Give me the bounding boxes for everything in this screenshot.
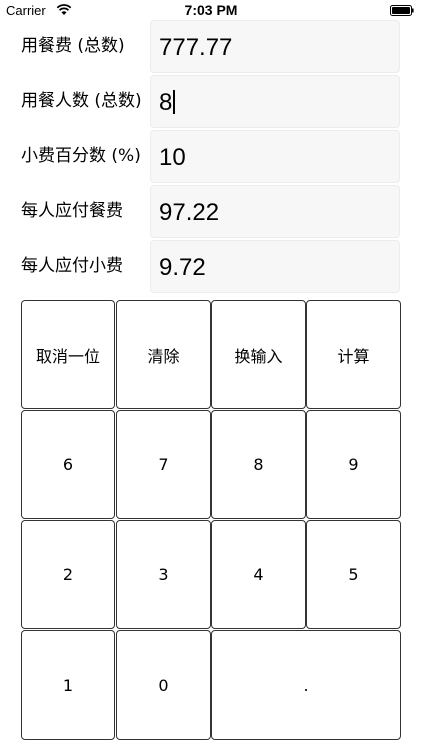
- key-5-label: 5: [348, 565, 359, 584]
- key-2-label: 2: [62, 565, 74, 584]
- key-2[interactable]: 2: [21, 520, 115, 629]
- diner-count-value: 8: [159, 89, 173, 116]
- key-1[interactable]: 1: [21, 630, 115, 740]
- row-tip-percent: 小费百分数 (%) 10: [0, 130, 422, 183]
- meal-per-person-field: 97.22: [150, 185, 400, 238]
- calculate-button-label: 计算: [337, 346, 370, 366]
- diner-count-field[interactable]: 8: [150, 75, 400, 128]
- switch-input-button[interactable]: 换输入: [211, 300, 306, 409]
- tip-percent-value: 10: [159, 144, 186, 171]
- key-decimal-point[interactable]: .: [211, 630, 401, 740]
- status-bar: Carrier 7:03 PM: [0, 0, 422, 22]
- key-7-label: 7: [158, 455, 169, 474]
- tip-percent-field[interactable]: 10: [150, 130, 400, 183]
- key-decimal-point-label: .: [303, 675, 309, 695]
- keypad: 取消一位 清除 换输入 计算 6 7 8 9 2 3 4 5 1 0 .: [21, 300, 401, 740]
- key-3[interactable]: 3: [116, 520, 211, 629]
- tip-per-person-value: 9.72: [159, 254, 206, 281]
- tip-per-person-field: 9.72: [150, 240, 400, 293]
- clear-button[interactable]: 清除: [116, 300, 211, 409]
- key-7[interactable]: 7: [116, 410, 211, 519]
- key-6[interactable]: 6: [21, 410, 115, 519]
- meal-total-field[interactable]: 777.77: [150, 20, 400, 73]
- row-diner-count: 用餐人数 (总数) 8: [0, 75, 422, 128]
- diner-count-value-wrap: 8: [159, 76, 176, 129]
- row-meal-total: 用餐费 (总数) 777.77: [0, 20, 422, 73]
- calculate-button[interactable]: 计算: [306, 300, 401, 409]
- meal-per-person-value: 97.22: [159, 199, 220, 226]
- tip-percent-label: 小费百分数 (%): [21, 146, 141, 166]
- key-4-label: 4: [253, 565, 264, 584]
- battery-icon: [390, 5, 414, 16]
- key-8[interactable]: 8: [211, 410, 306, 519]
- clear-button-label: 清除: [147, 346, 180, 366]
- row-tip-per-person: 每人应付小费 9.72: [0, 240, 422, 293]
- key-6-label: 6: [62, 455, 74, 474]
- key-5[interactable]: 5: [306, 520, 401, 629]
- key-8-label: 8: [253, 455, 264, 474]
- backspace-button[interactable]: 取消一位: [21, 300, 115, 409]
- meal-per-person-label: 每人应付餐费: [21, 201, 123, 221]
- key-0[interactable]: 0: [116, 630, 211, 740]
- text-caret: [173, 90, 176, 114]
- backspace-button-label: 取消一位: [35, 346, 100, 366]
- row-meal-per-person: 每人应付餐费 97.22: [0, 185, 422, 238]
- meal-total-value: 777.77: [159, 34, 233, 61]
- key-3-label: 3: [158, 565, 169, 584]
- switch-input-button-label: 换输入: [234, 346, 283, 366]
- key-1-label: 1: [62, 675, 74, 695]
- key-9-label: 9: [348, 455, 359, 474]
- meal-total-label: 用餐费 (总数): [21, 36, 125, 56]
- tip-per-person-label: 每人应付小费: [21, 256, 123, 276]
- key-4[interactable]: 4: [211, 520, 306, 629]
- status-time: 7:03 PM: [184, 2, 238, 18]
- key-9[interactable]: 9: [306, 410, 401, 519]
- key-0-label: 0: [158, 675, 169, 695]
- diner-count-label: 用餐人数 (总数): [21, 91, 142, 111]
